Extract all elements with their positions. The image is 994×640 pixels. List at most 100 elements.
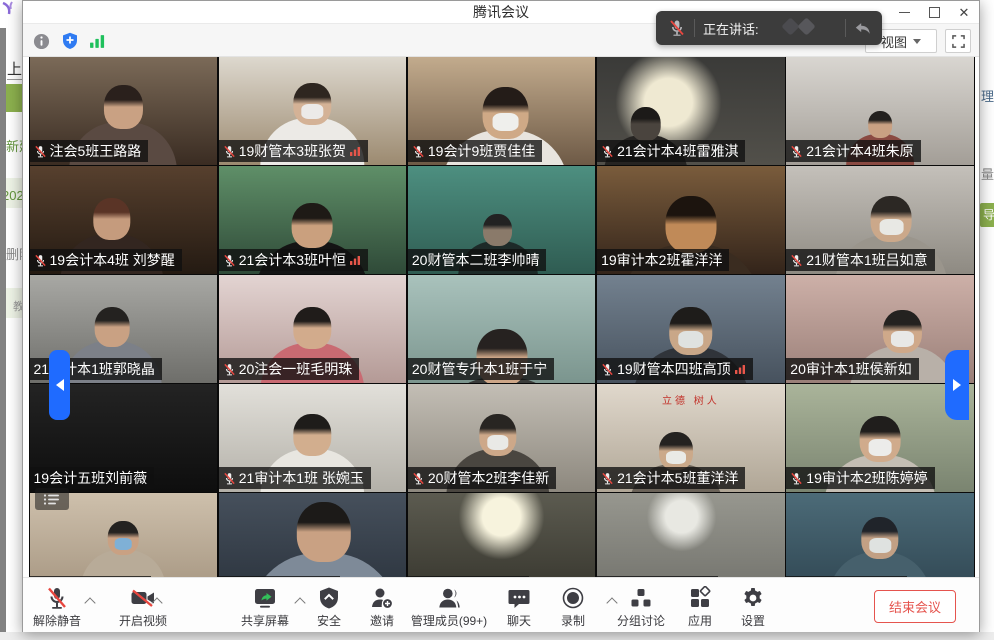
control-chat-button[interactable]: 聊天 — [507, 585, 531, 629]
video-tile[interactable]: 19审计本2班霍洋洋 — [597, 166, 785, 274]
face-mask — [868, 439, 892, 455]
close-button[interactable]: ✕ — [949, 1, 979, 23]
minimize-button[interactable] — [889, 1, 919, 23]
signal-icon[interactable] — [85, 28, 110, 54]
video-tile[interactable]: 立德 树人21会计本5班董洋洋 — [597, 384, 785, 492]
video-tile[interactable]: 注会5班王路路 — [30, 57, 218, 165]
background-text: 理 — [981, 86, 994, 105]
video-tile[interactable]: 20财管本二班李帅晴 — [408, 166, 596, 274]
face-mask — [880, 219, 904, 235]
control-invite-button[interactable]: 邀请 — [370, 585, 394, 629]
background-text: 量 — [981, 164, 994, 183]
control-label: 解除静音 — [33, 612, 81, 629]
background-link: 教 — [13, 298, 22, 314]
members-icon — [437, 585, 461, 611]
participant-name-label: 20财管专升本1班于宁 — [408, 358, 554, 380]
close-icon: ✕ — [959, 6, 970, 19]
face-mask — [891, 331, 914, 347]
video-tile[interactable]: 21审计本1班 张婉玉 — [219, 384, 407, 492]
control-label: 管理成员(99+) — [411, 612, 487, 629]
background-page-left: 上 新建 2022 删除 教 — [0, 0, 22, 640]
view-button-label: 视图 — [881, 32, 907, 51]
face-mask — [114, 538, 132, 550]
participant-name-label — [597, 576, 718, 577]
chevron-right-icon — [953, 379, 961, 391]
chevron-up-icon[interactable] — [294, 597, 305, 608]
control-label: 邀请 — [370, 612, 394, 629]
background-app-icon — [0, 1, 16, 21]
video-tile[interactable]: 19财管本四班高顶 — [597, 275, 785, 383]
video-tile[interactable]: 19会计9班贾佳佳 — [408, 57, 596, 165]
control-camera-muted-button[interactable]: 开启视频 — [119, 585, 167, 629]
video-tile[interactable]: 19财管本3班张贺 — [219, 57, 407, 165]
light-spot — [408, 493, 596, 577]
control-apps-button[interactable]: 应用 — [688, 585, 712, 629]
minimize-icon — [899, 12, 910, 13]
control-mic-muted-button[interactable]: 解除静音 — [33, 585, 81, 629]
video-tile[interactable]: 21会计本3班叶恒 — [219, 166, 407, 274]
background-link: 删除 — [6, 244, 22, 263]
participant-name-label: 19会计五班刘前薇 — [30, 467, 155, 489]
end-meeting-button[interactable]: 结束会议 — [874, 590, 956, 623]
control-breakout-button[interactable]: 分组讨论 — [617, 585, 665, 629]
chat-icon — [507, 585, 531, 611]
speaking-toast: 正在讲话: — [656, 11, 882, 45]
face-mask — [679, 331, 704, 348]
video-tile[interactable] — [786, 493, 974, 577]
participant-name-label: 21会计本3班叶恒 — [219, 249, 368, 271]
video-tile[interactable]: 20财管本2班李佳新 — [408, 384, 596, 492]
previous-page-button[interactable] — [49, 350, 70, 420]
background-text: 上 — [7, 58, 22, 80]
participant-name-label: 注会5班王路路 — [30, 140, 149, 162]
fullscreen-button[interactable] — [945, 29, 971, 53]
video-tile[interactable]: 19会计本4班 刘梦醒 — [30, 166, 218, 274]
toast-divider — [694, 19, 695, 37]
wall-text: 立德 树人 — [662, 392, 720, 407]
participant-name-label — [408, 576, 529, 577]
video-tile[interactable]: 20注会一班毛明珠 — [219, 275, 407, 383]
video-tile[interactable]: 21会计本4班雷雅淇 — [597, 57, 785, 165]
chevron-up-icon[interactable] — [606, 597, 617, 608]
video-tile[interactable]: 21财管本1班吕如意 — [786, 166, 974, 274]
participant-silhouette — [828, 517, 931, 577]
shield-icon[interactable] — [57, 28, 82, 54]
settings-icon — [741, 585, 765, 611]
control-settings-button[interactable]: 设置 — [741, 585, 765, 629]
maximize-button[interactable] — [919, 1, 949, 23]
participant-name-label: 19会计本4班 刘梦醒 — [30, 249, 182, 271]
speaking-label: 正在讲话: — [703, 19, 759, 38]
next-page-button[interactable] — [945, 350, 969, 420]
video-tile[interactable] — [219, 493, 407, 577]
control-security-shield-button[interactable]: 安全 — [317, 585, 341, 629]
chevron-up-icon[interactable] — [84, 597, 95, 608]
video-tile[interactable] — [597, 493, 785, 577]
participant-name-label: 20审计本1班侯新如 — [786, 358, 918, 380]
mic-muted-icon[interactable] — [668, 19, 686, 37]
participant-name-label: 19财管本3班张贺 — [219, 140, 368, 162]
control-label: 聊天 — [507, 612, 531, 629]
face-mask — [666, 451, 686, 465]
share-screen-icon — [252, 585, 278, 611]
participant-name-label — [219, 576, 340, 577]
member-list-icon[interactable] — [35, 488, 69, 510]
export-button[interactable]: 导出 — [980, 203, 994, 227]
info-icon[interactable] — [29, 28, 54, 54]
fullscreen-icon — [952, 35, 965, 48]
background-link: 新建 — [6, 136, 22, 155]
background-page-right: 理 量 导出 — [980, 0, 994, 640]
reply-arrow-icon[interactable] — [854, 21, 872, 36]
participant-name-label: 20财管本二班李帅晴 — [408, 249, 547, 271]
control-members-button[interactable]: 管理成员(99+) — [411, 585, 487, 629]
control-label: 录制 — [561, 612, 585, 629]
chevron-down-icon — [913, 39, 921, 44]
security-shield-icon — [318, 585, 340, 611]
control-label: 安全 — [317, 612, 341, 629]
meeting-watermark-icon — [759, 15, 837, 41]
video-tile[interactable]: 20财管专升本1班于宁 — [408, 275, 596, 383]
participant-name-label: 21审计本1班 张婉玉 — [219, 467, 371, 489]
control-record-button[interactable]: 录制 — [561, 585, 585, 629]
video-tile[interactable]: 21会计本4班朱原 — [786, 57, 974, 165]
video-tile[interactable] — [408, 493, 596, 577]
control-label: 分组讨论 — [617, 612, 665, 629]
control-share-screen-button[interactable]: 共享屏幕 — [241, 585, 289, 629]
